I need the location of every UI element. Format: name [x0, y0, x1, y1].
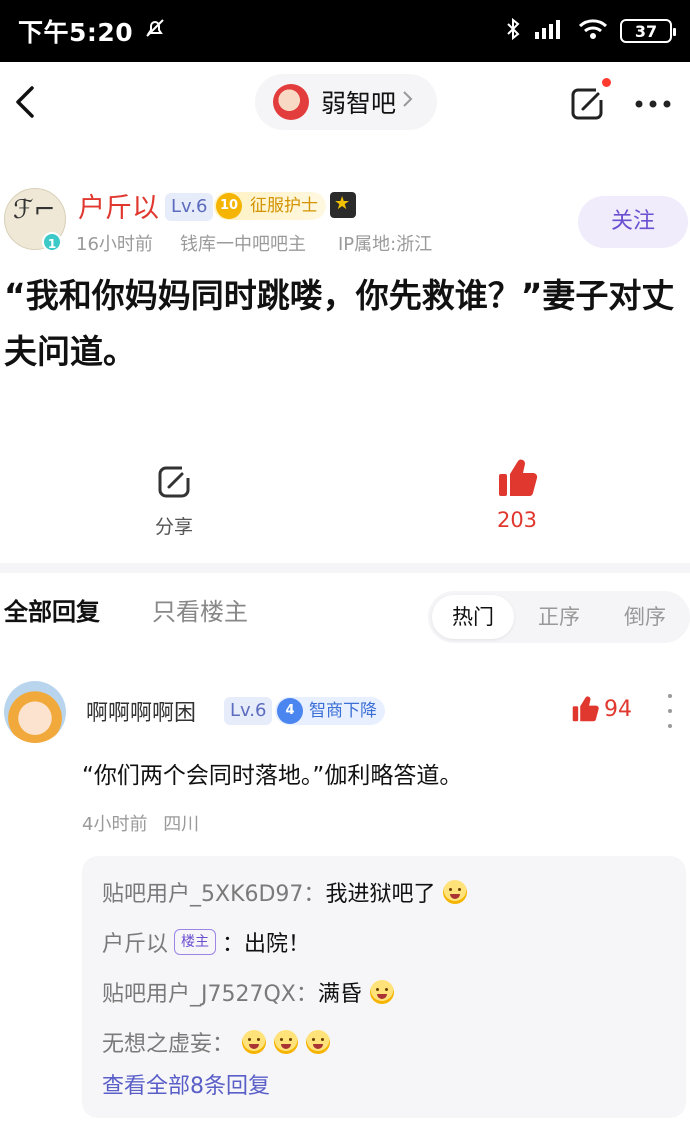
author-title-badge: 10 征服护士: [214, 192, 326, 220]
comment-time: 4小时前: [82, 814, 148, 835]
mute-bell-icon: [143, 16, 167, 46]
avatar-scribble: ℱ⌐: [13, 195, 56, 225]
back-button[interactable]: [10, 82, 42, 122]
post-time: 16小时前: [76, 234, 153, 255]
reply-author[interactable]: 贴吧用户_5XK6D97：: [102, 876, 325, 908]
comment-location: 四川: [163, 814, 200, 835]
share-button[interactable]: 分享: [148, 462, 200, 539]
comment-like-count: 94: [604, 696, 632, 722]
reply-author[interactable]: 贴吧用户_J7527QX：: [102, 976, 318, 1008]
reply-preview-box[interactable]: 贴吧用户_5XK6D97： 我进狱吧了 户斤以 楼主 ：出院！ 贴吧用户_J75…: [82, 856, 686, 1118]
view-all-replies-link[interactable]: 查看全部8条回复: [102, 1068, 270, 1100]
reply-text: ：出院！: [222, 932, 311, 957]
author-avatar-badge: 1: [42, 232, 62, 252]
author-level-badge: Lv.6: [165, 193, 214, 221]
title-text: 征服护士: [250, 196, 318, 216]
thumbs-up-icon: [499, 459, 538, 497]
emoji-icon: [443, 880, 468, 904]
op-tag: 楼主: [174, 929, 217, 955]
back-icon: [16, 86, 34, 118]
more-dot: [668, 724, 672, 728]
comment-more-button[interactable]: [664, 694, 676, 728]
commenter-avatar[interactable]: [4, 681, 66, 743]
follow-button[interactable]: 关注: [578, 196, 688, 248]
thumbs-up-icon: [572, 696, 599, 722]
emoji-icon: [306, 1030, 331, 1054]
status-time: 下午5:20: [18, 18, 134, 47]
comment-like-button[interactable]: 94: [570, 694, 632, 724]
tab-op-only[interactable]: 只看楼主: [152, 592, 248, 627]
title-level-number: 10: [216, 193, 242, 219]
like-button[interactable]: 203: [486, 456, 548, 532]
reply-item: 贴吧用户_J7527QX： 满昏: [102, 976, 394, 1008]
tab-all-replies[interactable]: 全部回复: [4, 592, 100, 627]
emoji-icon: [369, 980, 394, 1004]
forum-avatar: [273, 84, 309, 120]
reply-item: 户斤以 楼主 ：出院！: [102, 926, 310, 958]
battery-icon: 37: [620, 19, 676, 43]
sort-descending-button[interactable]: 倒序: [624, 591, 666, 643]
signal-icon: [534, 18, 566, 44]
author-name[interactable]: 户斤以: [78, 186, 159, 225]
edit-button[interactable]: [566, 82, 610, 126]
author-ip: IP属地:浙江: [338, 234, 433, 255]
section-divider: [0, 563, 690, 573]
edit-icon: [571, 88, 603, 120]
commenter-level-badge: Lv.6: [224, 697, 273, 725]
comment-meta: 4小时前 四川: [82, 810, 199, 836]
forum-entry-button[interactable]: 弱智吧: [255, 74, 437, 130]
medal-icon: [330, 192, 356, 218]
sort-ascending-button[interactable]: 正序: [538, 591, 580, 643]
commenter-title-badge: 4 智商下降: [275, 697, 385, 725]
emoji-icon: [274, 1030, 299, 1054]
more-button[interactable]: [634, 90, 672, 110]
comment-text: “你们两个会同时落地。”伽利略答道。: [82, 763, 463, 789]
reply-author[interactable]: 户斤以: [102, 926, 168, 958]
emoji-icon: [242, 1030, 267, 1054]
more-dot: [668, 709, 672, 713]
author-role: 钱库一中吧吧主: [180, 234, 306, 255]
commenter-badge-number: 4: [277, 698, 303, 724]
status-bar: 下午5:20 37: [0, 0, 690, 62]
reply-item: 贴吧用户_5XK6D97： 我进狱吧了: [102, 876, 468, 908]
chevron-right-icon: [402, 89, 414, 115]
sort-hot-button[interactable]: 热门: [432, 595, 514, 639]
reply-author[interactable]: 无想之虚妄：: [102, 1026, 234, 1058]
like-count: 203: [496, 508, 538, 532]
wifi-icon: [578, 18, 608, 44]
share-label: 分享: [154, 516, 193, 538]
bluetooth-icon: [504, 17, 522, 45]
top-nav-bar: 弱智吧: [0, 62, 690, 142]
notification-dot: [602, 78, 611, 87]
more-icon: [635, 100, 671, 108]
more-dot: [668, 694, 672, 698]
sort-toggle: 热门 正序 倒序: [428, 591, 690, 643]
reply-item: 无想之虚妄：: [102, 1026, 331, 1058]
reply-text: 我进狱吧了: [325, 882, 436, 907]
forum-name: 弱智吧: [321, 89, 397, 118]
post-title: “我和你妈妈同时跳喽，你先救谁？”妻子对丈夫问道。: [4, 276, 675, 371]
commenter-name[interactable]: 啊啊啊啊困: [86, 695, 196, 727]
share-icon: [158, 466, 190, 498]
reply-text: 满昏: [317, 982, 362, 1007]
commenter-badge-title: 智商下降: [309, 701, 377, 721]
